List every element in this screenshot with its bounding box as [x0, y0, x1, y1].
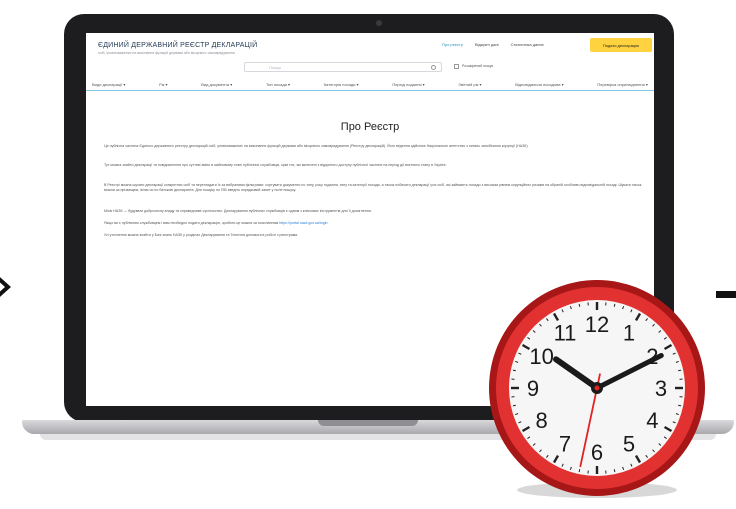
clock-numeral: 8 [535, 408, 547, 433]
filter-nav: Види декларації ▾ Рік ▾ Вид документа ▾ … [86, 79, 654, 91]
clock-numeral: 11 [554, 321, 577, 346]
clock-tick [678, 404, 682, 407]
paragraph-mission: Місія НАЗК — будувати доброчесну владу т… [104, 209, 372, 213]
submit-declaration-button[interactable]: Подати декларацію [590, 38, 652, 52]
clock-tick [512, 369, 516, 372]
nav-position-type[interactable]: Тип посади ▾ [266, 79, 290, 90]
clock-center-dot [594, 385, 600, 391]
nav-declaration-type[interactable]: Види декларації ▾ [92, 79, 125, 90]
paragraph-search: В Реєстрі можна шукати декларації конкре… [104, 183, 642, 193]
paragraph-submit-text: Якщо ви є публічним службовцем і вам нео… [104, 221, 279, 225]
paragraph-scope: Тут можна знайти декларації та повідомле… [104, 163, 447, 167]
clock-tick [678, 369, 682, 372]
clock-numeral: 10 [529, 344, 553, 369]
link-open-data[interactable]: Відкриті дані [475, 42, 499, 47]
clock-tick [613, 303, 616, 307]
paragraph-knowledge: Усі уточнення можна знайти у Базі знань … [104, 233, 299, 237]
search-input[interactable]: Пошук [244, 62, 442, 72]
clock-tick [512, 404, 516, 407]
laptop-notch [318, 420, 418, 426]
scene: ЄДИНИЙ ДЕРЖАВНИЙ РЕЄСТР ДЕКЛАРАЦІЙ осіб,… [0, 0, 736, 509]
clock-numeral: 7 [559, 431, 571, 456]
clock-tick [613, 469, 616, 473]
paragraph-intro: Це публічна частина Єдиного державного р… [104, 144, 529, 148]
clock-numeral: 9 [527, 376, 539, 401]
login-link[interactable]: https://portal.nazk.gov.ua/login [279, 221, 327, 225]
search-icon[interactable] [431, 65, 436, 70]
site-subtitle: осіб, уповноважених на виконання функцій… [98, 51, 235, 55]
clock-numeral: 4 [646, 408, 658, 433]
site-header: ЄДИНИЙ ДЕРЖАВНИЙ РЕЄСТР ДЕКЛАРАЦІЙ осіб,… [86, 33, 654, 77]
clock-numeral: 5 [623, 431, 635, 456]
link-about[interactable]: Про реєстр [442, 42, 463, 47]
wall-clock: 12 1234567891011 [489, 280, 705, 498]
site-title[interactable]: ЄДИНИЙ ДЕРЖАВНИЙ РЕЄСТР ДЕКЛАРАЦІЙ [98, 42, 257, 49]
advanced-search-checkbox[interactable] [454, 64, 459, 69]
page-title: Про Реєстр [340, 121, 400, 133]
link-statistics[interactable]: Статистика даних [511, 42, 544, 47]
clock-numeral: 12 [585, 312, 609, 337]
arrow-right-icon [0, 277, 11, 297]
nav-position-category[interactable]: Категорія посади ▾ [324, 79, 359, 90]
dash-mark [716, 291, 736, 298]
search-placeholder: Пошук [269, 65, 282, 70]
nav-document-type[interactable]: Вид документа ▾ [201, 79, 232, 90]
clock-numeral: 3 [655, 376, 667, 401]
nav-publication-check[interactable]: Перевірка оприлюднення ▾ [597, 79, 648, 90]
clock-tick [578, 469, 581, 473]
clock-numeral: 1 [623, 321, 635, 346]
nav-reporting-year[interactable]: Звітний рік ▾ [458, 79, 481, 90]
nav-submission-period[interactable]: Період подання ▾ [392, 79, 424, 90]
top-links: Про реєстр Відкриті дані Статистика дани… [442, 42, 544, 47]
clock-numeral: 6 [591, 440, 603, 465]
nav-responsible-position[interactable]: Відповідальна посадова ▾ [515, 79, 563, 90]
nav-year[interactable]: Рік ▾ [159, 79, 167, 90]
camera-icon [376, 20, 382, 26]
clock-tick [578, 303, 581, 307]
paragraph-submit: Якщо ви є публічним службовцем і вам нео… [104, 221, 642, 226]
advanced-search-label: Розширений пошук [462, 64, 494, 68]
